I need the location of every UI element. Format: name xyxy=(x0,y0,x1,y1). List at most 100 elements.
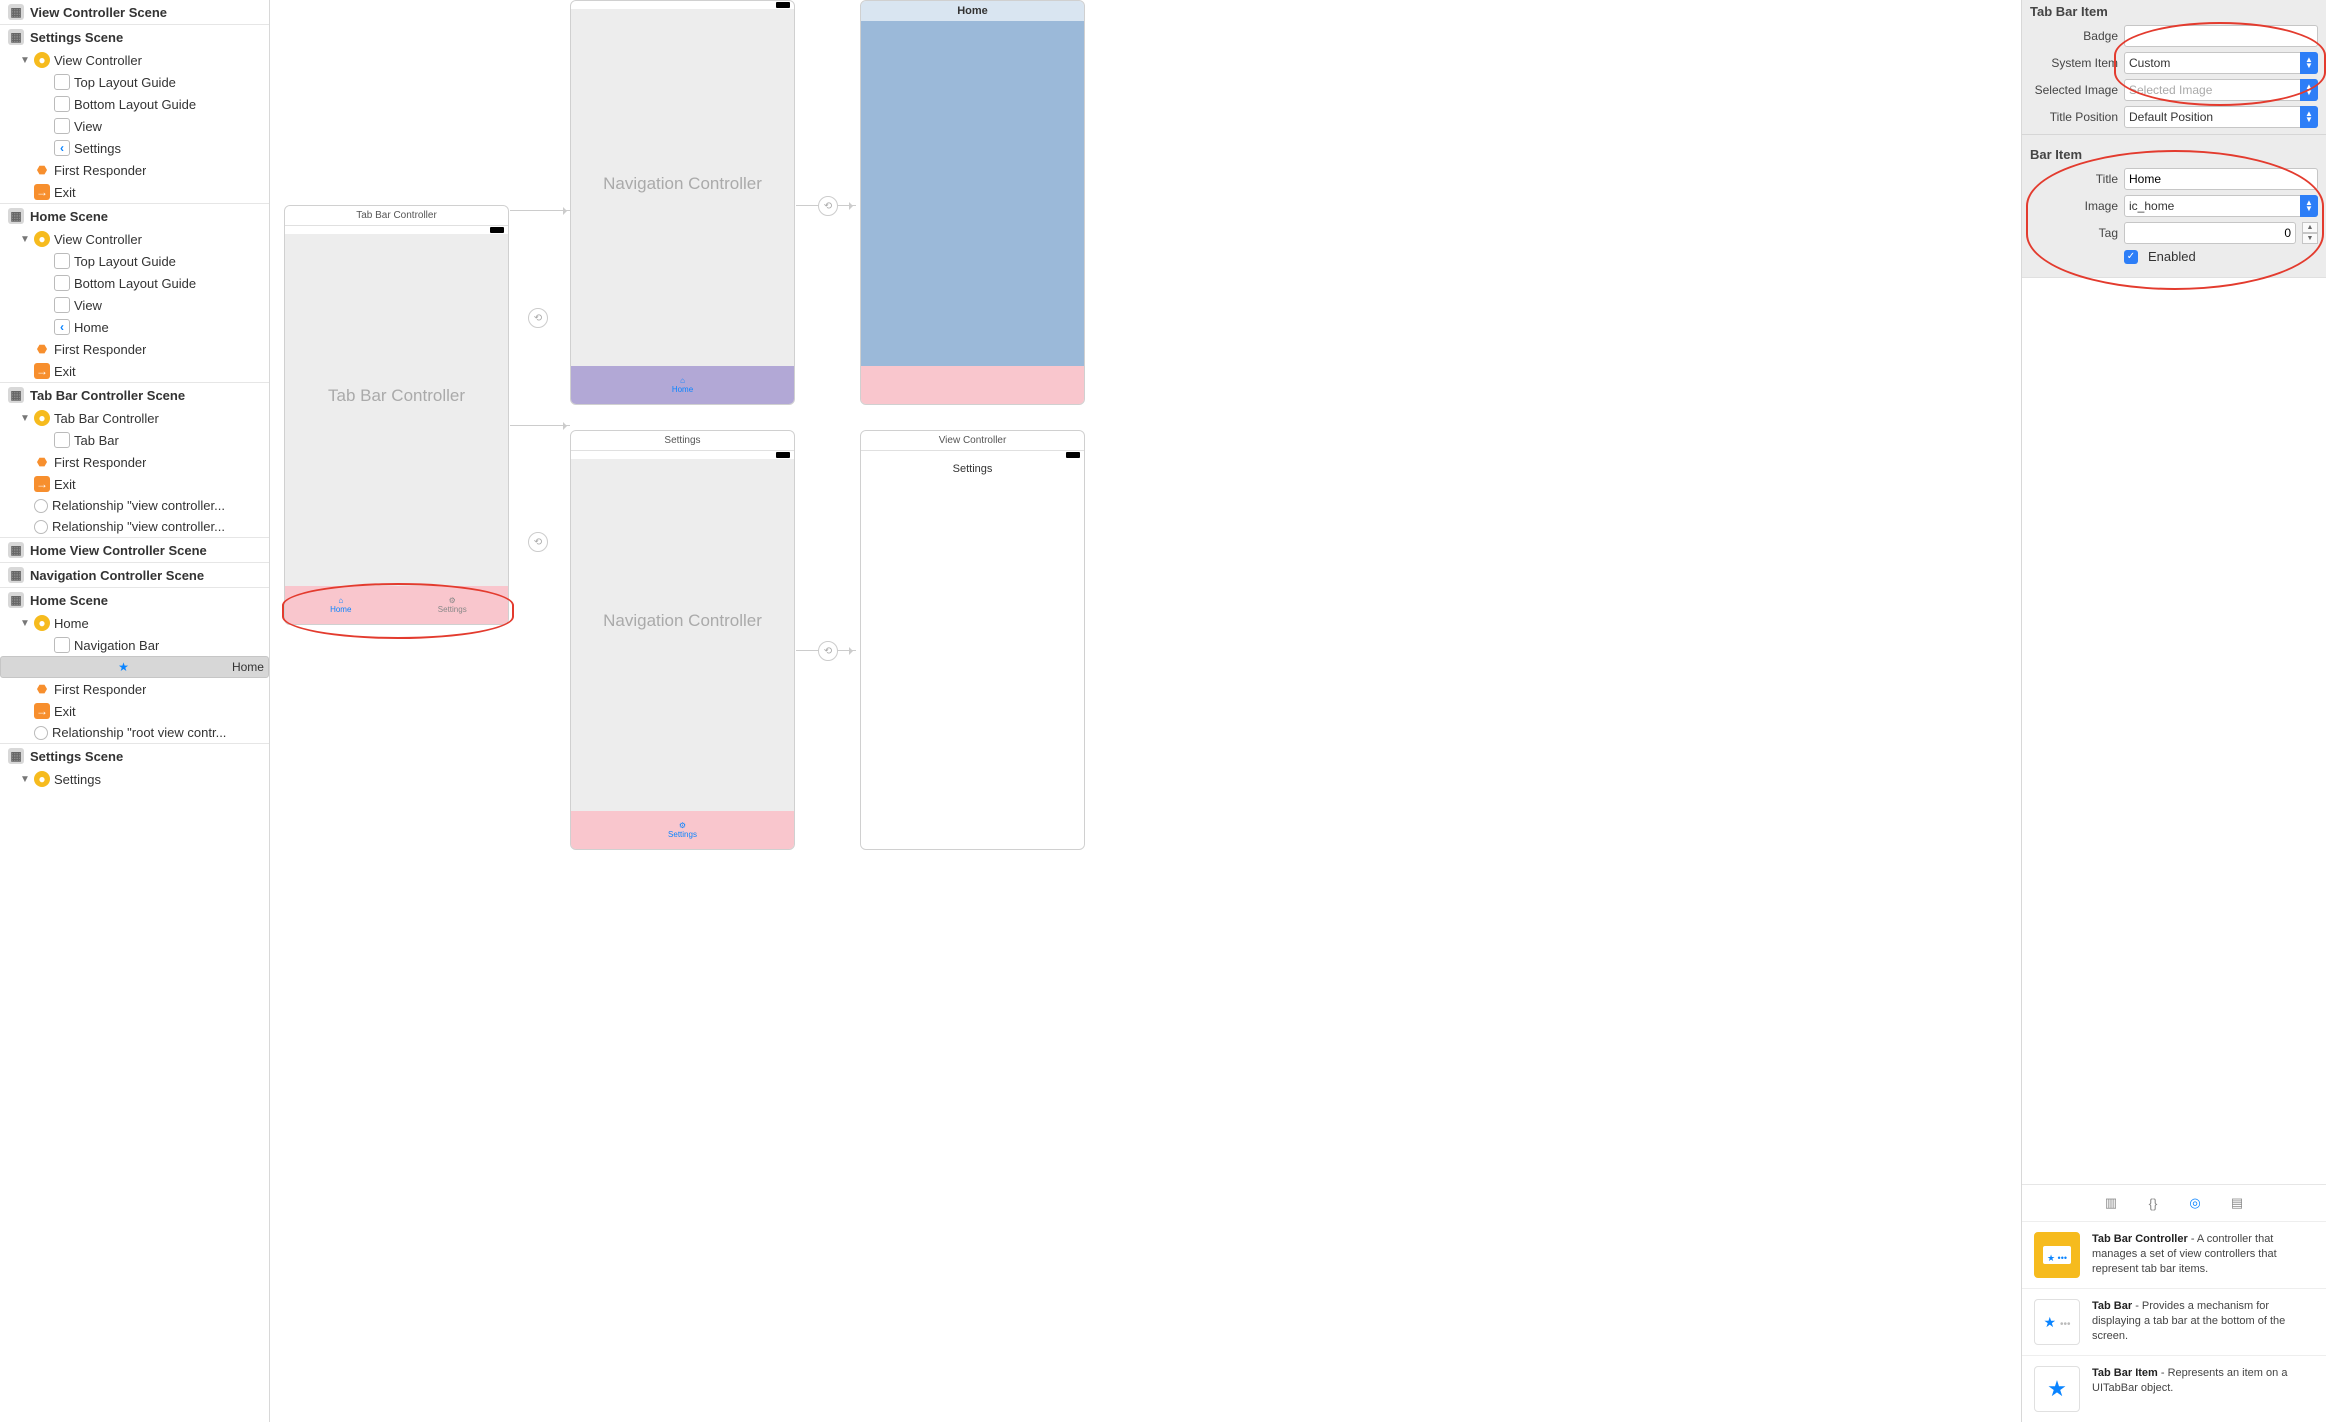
scene-navigation-controller-home[interactable]: Navigation Controller ⌂ Home xyxy=(570,0,795,405)
vc-icon: ● xyxy=(34,410,50,426)
outline-row[interactable]: ▼●Settings xyxy=(0,768,269,790)
library-tab-bar[interactable]: ▥ {} ◎ ▤ xyxy=(2022,1184,2326,1221)
tag-input[interactable] xyxy=(2124,222,2296,244)
exit-icon: → xyxy=(34,184,50,200)
attributes-inspector[interactable]: Tab Bar Item Badge System Item Custom ▲▼… xyxy=(2021,0,2326,1422)
tab-label: Settings xyxy=(668,830,697,839)
scene-navigation-controller-settings[interactable]: Settings Navigation Controller ⚙ Setting… xyxy=(570,430,795,850)
tag-stepper[interactable]: ▲▼ xyxy=(2302,222,2318,244)
guide-icon xyxy=(54,253,70,269)
outline-row[interactable]: ▼●Home xyxy=(0,612,269,634)
scene-icon: ▦ xyxy=(8,208,24,224)
outline-row[interactable]: Bottom Layout Guide xyxy=(0,272,269,294)
title-input[interactable] xyxy=(2124,168,2318,190)
outline-scene-header[interactable]: ▦Home View Controller Scene xyxy=(0,537,269,562)
file-template-icon[interactable]: ▥ xyxy=(2101,1193,2121,1213)
disclosure-triangle[interactable]: ▼ xyxy=(20,774,30,785)
outline-row[interactable]: ⬣First Responder xyxy=(0,338,269,360)
library-item[interactable]: ★ •••Tab Bar Controller - A controller t… xyxy=(2022,1221,2326,1288)
segue-joint[interactable]: ⟲ xyxy=(528,308,548,328)
tab-label: Home xyxy=(672,385,693,394)
segue-joint[interactable]: ⟲ xyxy=(818,641,838,661)
scene-tabbarcontroller[interactable]: Tab Bar Controller Tab Bar Controller ⌂ … xyxy=(284,205,509,625)
outline-scene-header[interactable]: ▦Tab Bar Controller Scene xyxy=(0,382,269,407)
code-snippets-icon[interactable]: {} xyxy=(2143,1193,2163,1213)
tab-bar[interactable]: ⚙ Settings xyxy=(571,811,794,849)
outline-row[interactable]: →Exit xyxy=(0,360,269,382)
badge-input[interactable] xyxy=(2124,25,2318,47)
select-value: ic_home xyxy=(2129,199,2174,213)
scene-icon: ▦ xyxy=(8,567,24,583)
outline-scene-header[interactable]: ▦Settings Scene xyxy=(0,24,269,49)
tab-home[interactable]: ⌂ Home xyxy=(285,586,397,624)
outline-row[interactable]: Relationship "root view contr... xyxy=(0,722,269,743)
outline-row[interactable]: Tab Bar xyxy=(0,429,269,451)
enabled-checkbox[interactable]: ✓ xyxy=(2124,250,2138,264)
home-icon: ⌂ xyxy=(680,376,685,385)
disclosure-triangle[interactable]: ▼ xyxy=(20,234,30,245)
outline-scene-header[interactable]: ▦View Controller Scene xyxy=(0,0,269,24)
system-item-select[interactable]: Custom ▲▼ xyxy=(2124,52,2318,74)
outline-row[interactable]: →Exit xyxy=(0,700,269,722)
outline-row[interactable]: View xyxy=(0,115,269,137)
disclosure-triangle[interactable]: ▼ xyxy=(20,618,30,629)
outline-row[interactable]: Relationship "view controller... xyxy=(0,516,269,537)
row-label: Relationship "root view contr... xyxy=(52,725,226,740)
field-label: Selected Image xyxy=(2030,83,2118,97)
scene-title: Home Scene xyxy=(30,209,108,224)
scene-icon: ▦ xyxy=(8,4,24,20)
tab-bar[interactable]: ⌂ Home ⚙ Settings xyxy=(285,586,508,624)
title-position-select[interactable]: Default Position ▲▼ xyxy=(2124,106,2318,128)
object-library-list[interactable]: ★ •••Tab Bar Controller - A controller t… xyxy=(2022,1221,2326,1422)
vc-icon: ● xyxy=(34,771,50,787)
outline-row[interactable]: →Exit xyxy=(0,473,269,495)
disclosure-triangle[interactable]: ▼ xyxy=(20,413,30,424)
outline-scene-header[interactable]: ▦Settings Scene xyxy=(0,743,269,768)
outline-scene-header[interactable]: ▦Navigation Controller Scene xyxy=(0,562,269,587)
outline-scene-header[interactable]: ▦ Home Scene xyxy=(0,203,269,228)
outline-row[interactable]: ⬣First Responder xyxy=(0,451,269,473)
tab-settings[interactable]: ⚙ Settings xyxy=(397,586,509,624)
storyboard-canvas[interactable]: Tab Bar Controller Tab Bar Controller ⌂ … xyxy=(270,0,2021,1422)
section-title: Tab Bar Item xyxy=(2030,0,2318,25)
disclosure-triangle[interactable]: ▼ xyxy=(20,55,30,66)
outline-row[interactable]: ‹Home xyxy=(0,316,269,338)
chevron-updown-icon: ▲▼ xyxy=(2300,106,2318,128)
scene-settings[interactable]: View Controller Settings xyxy=(860,430,1085,850)
outline-scene-header[interactable]: ▦Home Scene xyxy=(0,587,269,612)
star-icon: ★ xyxy=(115,659,131,675)
object-library-icon[interactable]: ◎ xyxy=(2185,1193,2205,1213)
outline-row[interactable]: ★Home xyxy=(0,656,269,678)
gear-icon: ⚙ xyxy=(679,821,686,830)
document-outline[interactable]: ▦View Controller Scene▦Settings Scene▼●V… xyxy=(0,0,270,1422)
outline-row[interactable]: Top Layout Guide xyxy=(0,250,269,272)
selected-image-select[interactable]: Selected Image ▲▼ xyxy=(2124,79,2318,101)
outline-row[interactable]: →Exit xyxy=(0,181,269,203)
exit-icon: → xyxy=(34,476,50,492)
library-description: Tab Bar Controller - A controller that m… xyxy=(2092,1232,2314,1278)
outline-row[interactable]: Top Layout Guide xyxy=(0,71,269,93)
outline-row[interactable]: ⬣First Responder xyxy=(0,678,269,700)
media-library-icon[interactable]: ▤ xyxy=(2227,1193,2247,1213)
outline-row[interactable]: ‹Settings xyxy=(0,137,269,159)
outline-row[interactable]: ▼●Tab Bar Controller xyxy=(0,407,269,429)
outline-row[interactable]: Navigation Bar xyxy=(0,634,269,656)
scene-home[interactable]: Home xyxy=(860,0,1085,405)
tab-settings[interactable]: ⚙ Settings xyxy=(571,811,794,849)
tab-label: Settings xyxy=(438,605,467,614)
tab-bar[interactable]: ⌂ Home xyxy=(571,366,794,404)
outline-row[interactable]: ▼●View Controller xyxy=(0,49,269,71)
outline-row[interactable]: Bottom Layout Guide xyxy=(0,93,269,115)
row-label: Settings xyxy=(74,141,121,156)
library-item[interactable]: ★Tab Bar Item - Represents an item on a … xyxy=(2022,1355,2326,1422)
image-select[interactable]: ic_home ▲▼ xyxy=(2124,195,2318,217)
exit-icon: → xyxy=(34,363,50,379)
segue-joint[interactable]: ⟲ xyxy=(818,196,838,216)
outline-row[interactable]: ⬣First Responder xyxy=(0,159,269,181)
outline-row[interactable]: View xyxy=(0,294,269,316)
outline-row[interactable]: Relationship "view controller... xyxy=(0,495,269,516)
outline-row[interactable]: ▼●View Controller xyxy=(0,228,269,250)
library-item[interactable]: ★ •••Tab Bar - Provides a mechanism for … xyxy=(2022,1288,2326,1355)
segue-joint[interactable]: ⟲ xyxy=(528,532,548,552)
tab-home[interactable]: ⌂ Home xyxy=(571,366,794,404)
